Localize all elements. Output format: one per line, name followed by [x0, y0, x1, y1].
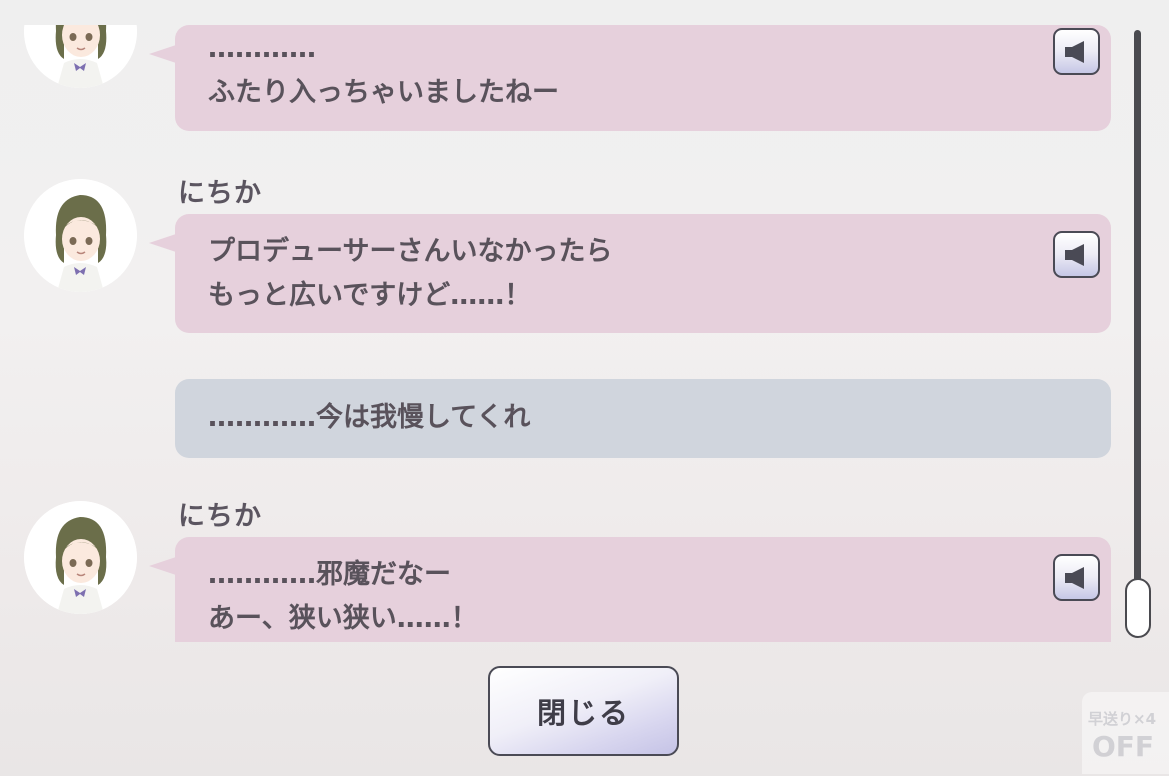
scrollbar-thumb[interactable] — [1125, 578, 1151, 638]
message-line: もっと広いですけど……！ — [208, 280, 532, 311]
message-log-window: ………… ふたり入っちゃいましたねー にちか プロデューサーさんいなかったら も… — [0, 0, 1169, 776]
message-bubble: ………… ふたり入っちゃいましたねー — [149, 25, 1111, 131]
character-avatar — [24, 179, 137, 292]
fast-forward-state: OFF — [1092, 730, 1155, 763]
fast-forward-label: 早送り×4 — [1088, 710, 1157, 728]
fast-forward-toggle[interactable]: 早送り×4 OFF — [1082, 692, 1169, 774]
voice-replay-button[interactable] — [1053, 28, 1100, 75]
message-line: …………邪魔だなー — [208, 559, 451, 590]
speaker-icon — [1065, 567, 1084, 589]
speaker-icon — [1065, 244, 1084, 266]
character-avatar — [24, 501, 137, 614]
voice-replay-button[interactable] — [1053, 554, 1100, 601]
speaker-name: にちか — [178, 501, 262, 532]
message-line: …………今は我慢してくれ — [208, 402, 531, 433]
voice-replay-button[interactable] — [1053, 231, 1100, 278]
speaker-icon — [1065, 41, 1084, 63]
speaker-name: にちか — [178, 178, 262, 209]
message-log-list[interactable]: ………… ふたり入っちゃいましたねー にちか プロデューサーさんいなかったら も… — [0, 25, 1125, 642]
message-line: ふたり入っちゃいましたねー — [208, 77, 559, 108]
message-line: プロデューサーさんいなかったら — [208, 236, 613, 267]
message-line: ………… — [208, 33, 316, 64]
character-avatar — [24, 25, 137, 88]
scrollbar-track[interactable] — [1134, 30, 1141, 630]
message-line: あー、狭い狭い……！ — [208, 603, 478, 634]
message-bubble: …………邪魔だなー あー、狭い狭い……！ — [149, 537, 1111, 642]
player-message-bubble: …………今は我慢してくれ — [175, 379, 1111, 458]
message-bubble: プロデューサーさんいなかったら もっと広いですけど……！ — [149, 214, 1111, 333]
close-button[interactable]: 閉じる — [488, 666, 679, 756]
